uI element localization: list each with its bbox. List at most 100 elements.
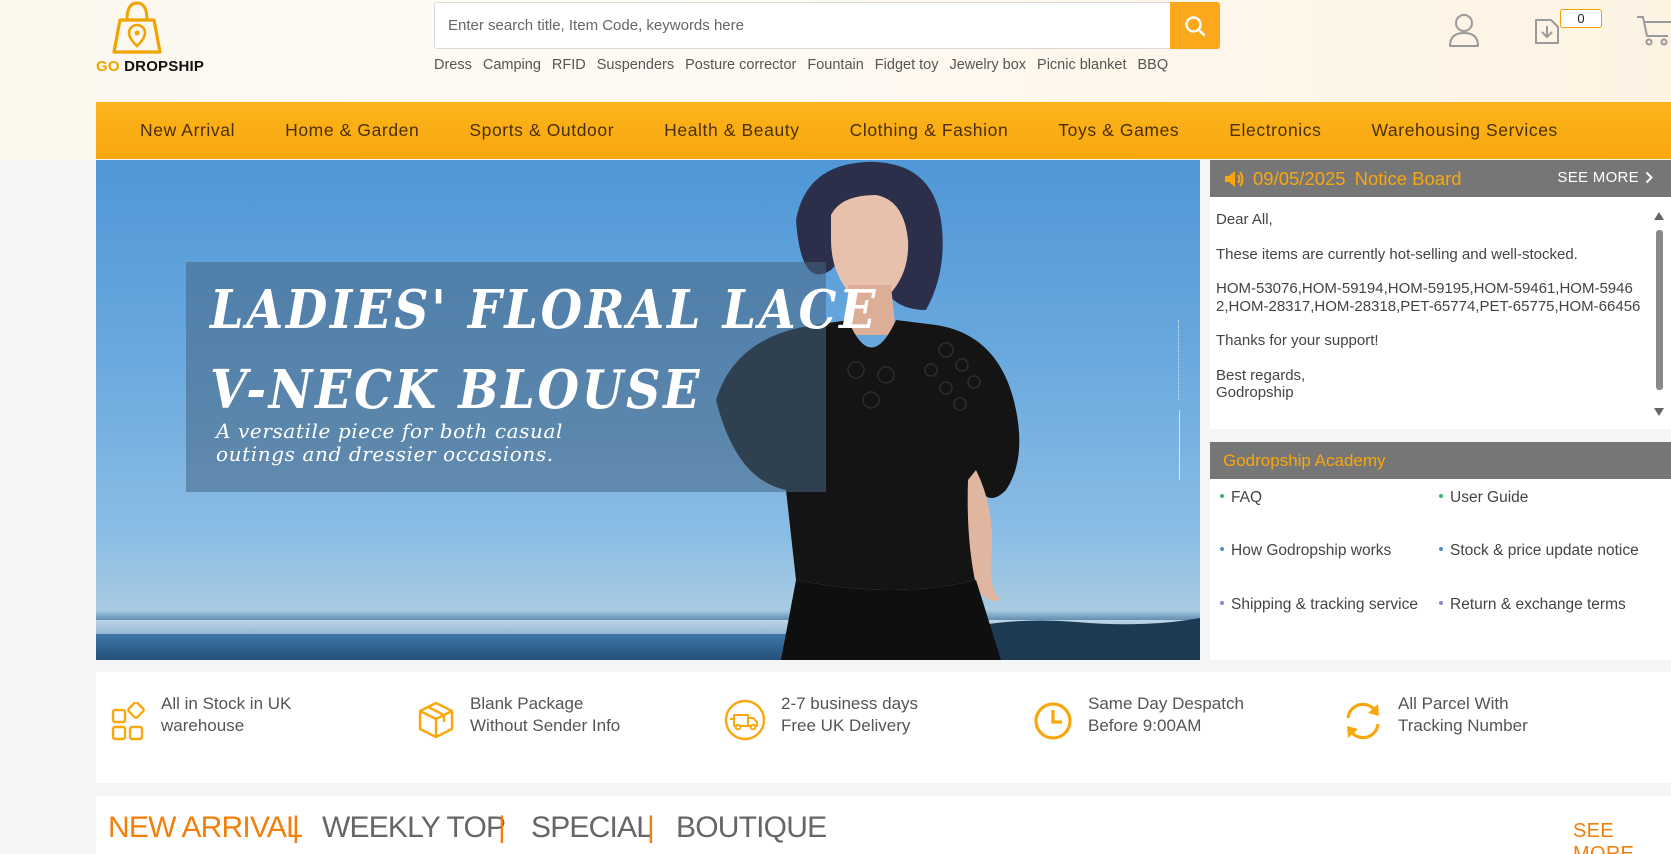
- feature-line2: warehouse: [161, 716, 245, 735]
- search-icon: [1185, 15, 1206, 36]
- academy-link-how-it-works[interactable]: How Godropship works: [1220, 542, 1391, 560]
- notice-board-content: Dear All, These items are currently hot-…: [1210, 197, 1671, 429]
- bullet-dot: [1220, 600, 1224, 605]
- feature-line2: Free UK Delivery: [781, 716, 911, 735]
- feature-same-day-despatch: Same Day Despatch Before 9:00AM: [1032, 692, 1244, 742]
- package-icon: [418, 701, 454, 739]
- scroll-up-icon[interactable]: [1654, 212, 1664, 220]
- feature-uk-stock: All in Stock in UK warehouse: [111, 692, 291, 742]
- brand-name[interactable]: GO DROPSHIP: [96, 58, 204, 75]
- download-button[interactable]: [1533, 16, 1561, 51]
- notice-signature: Godropship: [1216, 384, 1294, 401]
- scroll-thumb[interactable]: [1656, 230, 1663, 390]
- banner-decor-dots: [1178, 320, 1180, 400]
- feature-line2: Without Sender Info: [470, 716, 621, 735]
- feature-line1: 2-7 business days: [781, 694, 919, 713]
- nav-home-garden[interactable]: Home & Garden: [285, 120, 419, 141]
- academy-link-returns[interactable]: Return & exchange terms: [1439, 596, 1626, 614]
- hot-word[interactable]: Camping: [483, 57, 541, 73]
- grid-icon: [111, 702, 145, 741]
- truck-icon: [724, 699, 766, 741]
- notice-board-header: 09/05/2025 Notice Board SEE MORE: [1210, 160, 1671, 197]
- tab-separator: |: [647, 811, 655, 844]
- hot-word[interactable]: Picnic blanket: [1037, 57, 1126, 73]
- cart-count-badge: 0: [1560, 9, 1602, 28]
- search-input[interactable]: [435, 3, 1170, 48]
- academy-link-stock-price[interactable]: Stock & price update notice: [1439, 542, 1639, 560]
- main-nav: New Arrival Home & Garden Sports & Outdo…: [96, 102, 1671, 159]
- hot-word[interactable]: BBQ: [1138, 57, 1169, 73]
- product-tabs: NEW ARRIVAL | WEEKLY TOP | SPECIAL | BOU…: [96, 796, 1671, 854]
- nav-health-beauty[interactable]: Health & Beauty: [664, 120, 799, 141]
- bullet-dot: [1220, 493, 1224, 498]
- search-button[interactable]: [1170, 2, 1220, 49]
- notice-date: 09/05/2025: [1253, 167, 1346, 189]
- notice-line: These items are currently hot-selling an…: [1216, 245, 1578, 263]
- clock-icon: [1034, 702, 1072, 740]
- feature-free-delivery: 2-7 business days Free UK Delivery: [723, 692, 918, 742]
- hero-banner[interactable]: LADIES' FLORAL LACE V-NECK BLOUSE A vers…: [96, 160, 1200, 660]
- brand-go: GO: [96, 58, 120, 75]
- notice-greeting: Dear All,: [1216, 211, 1273, 228]
- feature-line1: Blank Package: [470, 694, 584, 713]
- tabs-see-more-link[interactable]: SEE MORE: [1573, 820, 1671, 854]
- feature-line1: All in Stock in UK: [161, 694, 292, 713]
- notice-see-more-label: SEE MORE: [1557, 169, 1639, 186]
- academy-link-label: Stock & price update notice: [1450, 542, 1639, 559]
- banner-subtitle: A versatile piece for both casual outing…: [216, 420, 563, 466]
- hot-word[interactable]: RFID: [552, 57, 586, 73]
- feature-text: Same Day Despatch Before 9:00AM: [1088, 693, 1244, 737]
- notice-item-codes: HOM-53076,HOM-59194,HOM-59195,HOM-59461,…: [1216, 280, 1641, 315]
- tab-boutique[interactable]: BOUTIQUE: [676, 811, 827, 845]
- feature-text: All in Stock in UK warehouse: [161, 693, 291, 737]
- academy-link-faq[interactable]: FAQ: [1220, 489, 1262, 507]
- nav-toys-games[interactable]: Toys & Games: [1058, 120, 1179, 141]
- nav-warehousing-services[interactable]: Warehousing Services: [1371, 120, 1557, 141]
- hot-word[interactable]: Posture corrector: [685, 57, 796, 73]
- feature-strip: All in Stock in UK warehouse Blank Packa…: [96, 672, 1671, 783]
- bullet-dot: [1439, 600, 1443, 605]
- nav-new-arrival[interactable]: New Arrival: [140, 120, 235, 141]
- cart-icon: [1637, 16, 1671, 46]
- tab-separator: |: [292, 811, 300, 844]
- bullet-dot: [1220, 546, 1224, 551]
- banner-subtitle-line2: outings and dressier occasions.: [216, 442, 554, 466]
- feature-line2: Before 9:00AM: [1088, 716, 1202, 735]
- chevron-right-icon: [1645, 171, 1653, 184]
- download-icon: [1535, 19, 1559, 44]
- banner-decor-line: [1179, 410, 1180, 480]
- scroll-down-icon[interactable]: [1654, 408, 1664, 416]
- hot-word[interactable]: Fidget toy: [875, 57, 939, 73]
- notice-see-more-link[interactable]: SEE MORE: [1557, 169, 1653, 186]
- banner-title: LADIES' FLORAL LACE V-NECK BLOUSE: [210, 270, 878, 430]
- feature-text: Blank Package Without Sender Info: [470, 693, 620, 737]
- refresh-icon: [1346, 702, 1380, 740]
- nav-sports-outdoor[interactable]: Sports & Outdoor: [469, 120, 614, 141]
- hot-word[interactable]: Dress: [434, 57, 472, 73]
- feature-text: 2-7 business days Free UK Delivery: [781, 693, 918, 737]
- academy-link-label: How Godropship works: [1231, 542, 1392, 559]
- feature-tracking: All Parcel With Tracking Number: [1342, 692, 1528, 742]
- tab-new-arrival[interactable]: NEW ARRIVAL: [108, 811, 303, 845]
- bullet-dot: [1439, 546, 1443, 551]
- academy-header: Godropship Academy: [1210, 442, 1671, 479]
- tab-weekly-top[interactable]: WEEKLY TOP: [322, 811, 506, 845]
- notice-scrollbar[interactable]: [1654, 212, 1664, 420]
- cart-button[interactable]: [1636, 14, 1671, 51]
- feature-line2: Tracking Number: [1398, 716, 1528, 735]
- nav-clothing-fashion[interactable]: Clothing & Fashion: [850, 120, 1009, 141]
- academy-link-user-guide[interactable]: User Guide: [1439, 489, 1528, 507]
- feature-line1: Same Day Despatch: [1088, 694, 1244, 713]
- hot-word[interactable]: Jewelry box: [949, 57, 1026, 73]
- academy-link-label: User Guide: [1450, 489, 1529, 506]
- banner-title-line1: LADIES' FLORAL LACE: [210, 279, 879, 341]
- nav-electronics[interactable]: Electronics: [1229, 120, 1321, 141]
- brand-dropship: DROPSHIP: [124, 58, 205, 75]
- hot-word[interactable]: Fountain: [807, 57, 863, 73]
- tab-separator: |: [498, 811, 506, 844]
- tab-special[interactable]: SPECIAL: [531, 811, 653, 845]
- account-button[interactable]: [1448, 12, 1480, 53]
- hot-word[interactable]: Suspenders: [597, 57, 674, 73]
- academy-link-shipping[interactable]: Shipping & tracking service: [1220, 596, 1418, 614]
- user-icon: [1449, 14, 1479, 47]
